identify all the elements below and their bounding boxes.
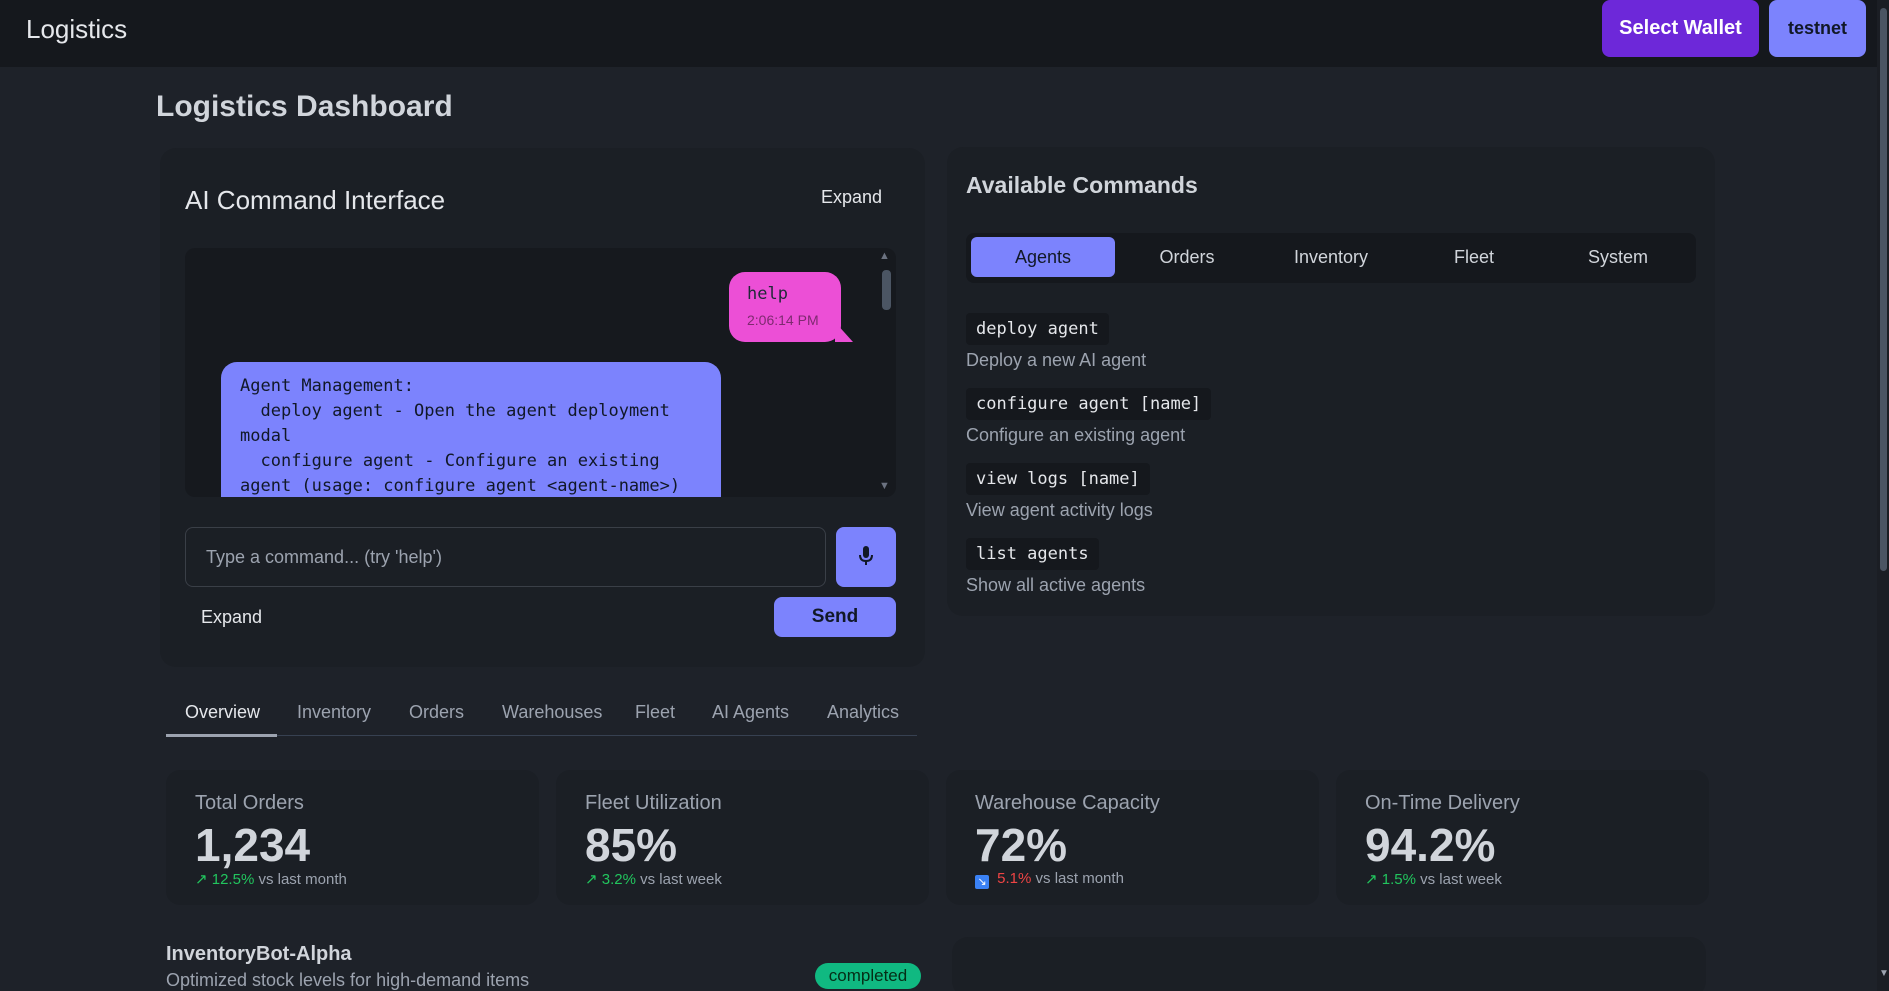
stat-period: vs last week: [640, 871, 722, 888]
stat-change: 3.2%: [601, 871, 636, 888]
active-tab-indicator: [166, 734, 277, 737]
stat-period: vs last week: [1420, 871, 1502, 888]
expand-button-bottom[interactable]: Expand: [201, 607, 262, 628]
command-code[interactable]: deploy agent: [966, 313, 1109, 345]
tab-ai-agents[interactable]: AI Agents: [712, 702, 789, 723]
stat-delta: ↗ 12.5% vs last month: [195, 870, 347, 888]
command-code[interactable]: view logs [name]: [966, 463, 1150, 495]
agent-activity-name: InventoryBot-Alpha: [166, 943, 352, 965]
chat-scroll-down-icon[interactable]: ▼: [879, 480, 890, 492]
select-wallet-button[interactable]: Select Wallet: [1602, 0, 1759, 57]
stat-value: 72%: [975, 819, 1068, 871]
tab-fleet[interactable]: Fleet: [635, 702, 675, 723]
chat-scroll-up-icon[interactable]: ▲: [879, 250, 890, 262]
tab-warehouses[interactable]: Warehouses: [502, 702, 602, 723]
network-button[interactable]: testnet: [1769, 0, 1866, 57]
status-badge: completed: [815, 963, 921, 989]
stat-value: 1,234: [195, 819, 311, 871]
command-description: Deploy a new AI agent: [966, 350, 1147, 370]
ai-interface-title: AI Command Interface: [185, 185, 446, 215]
microphone-button[interactable]: [836, 527, 896, 587]
stat-delta: ↘ 5.1% vs last month: [975, 870, 1124, 889]
tab-overview[interactable]: Overview: [185, 702, 260, 723]
stat-change: 5.1%: [997, 870, 1032, 887]
command-code[interactable]: configure agent [name]: [966, 388, 1212, 420]
command-tab-fleet[interactable]: Fleet: [1402, 237, 1546, 277]
stat-period: vs last month: [258, 871, 347, 888]
trend-up-icon: ↗: [1365, 871, 1378, 888]
expand-button-top[interactable]: Expand: [821, 187, 882, 208]
command-tab-inventory[interactable]: Inventory: [1259, 237, 1403, 277]
command-tab-agents[interactable]: Agents: [971, 237, 1115, 277]
stat-period: vs last month: [1035, 870, 1124, 887]
chat-clip: Agent Management: deploy agent - Open th…: [185, 248, 878, 497]
command-input[interactable]: [185, 527, 826, 587]
stat-label: Warehouse Capacity: [975, 792, 1160, 814]
tab-orders[interactable]: Orders: [409, 702, 464, 723]
command-description: Configure an existing agent: [966, 425, 1186, 445]
bottom-panel-card: [952, 937, 1706, 991]
trend-up-icon: ↗: [585, 871, 598, 888]
command-code[interactable]: list agents: [966, 538, 1099, 570]
top-bar: Logistics Select Wallet testnet: [0, 0, 1877, 67]
chat-scrollbar-thumb[interactable]: [882, 270, 891, 310]
send-button[interactable]: Send: [774, 597, 896, 637]
stat-change: 12.5%: [211, 871, 255, 888]
ai-message: Agent Management: deploy agent - Open th…: [221, 362, 721, 497]
command-description: Show all active agents: [966, 575, 1146, 595]
stat-delta: ↗ 3.2% vs last week: [585, 870, 722, 888]
tab-inventory[interactable]: Inventory: [297, 702, 371, 723]
stat-label: On-Time Delivery: [1365, 792, 1520, 814]
brand-title[interactable]: Logistics: [26, 14, 127, 45]
trend-down-icon: ↘: [975, 875, 989, 889]
tab-bar-divider: [166, 735, 917, 736]
stat-delta: ↗ 1.5% vs last week: [1365, 870, 1502, 888]
page-title: Logistics Dashboard: [156, 90, 453, 123]
trend-up-icon: ↗: [195, 871, 208, 888]
stat-value: 85%: [585, 819, 678, 871]
stat-value: 94.2%: [1365, 819, 1496, 871]
microphone-icon: [859, 545, 873, 565]
stat-change: 1.5%: [1381, 871, 1416, 888]
available-commands-title: Available Commands: [966, 172, 1198, 198]
page-scrollbar-thumb[interactable]: [1880, 8, 1887, 571]
tab-analytics[interactable]: Analytics: [827, 702, 899, 723]
command-description: View agent activity logs: [966, 500, 1153, 520]
stat-label: Fleet Utilization: [585, 792, 722, 814]
stat-label: Total Orders: [195, 792, 304, 814]
command-tab-system[interactable]: System: [1546, 237, 1690, 277]
agent-activity-description: Optimized stock levels for high-demand i…: [166, 970, 530, 990]
command-tab-orders[interactable]: Orders: [1115, 237, 1259, 277]
scroll-down-arrow-icon[interactable]: ▼: [1879, 968, 1889, 979]
